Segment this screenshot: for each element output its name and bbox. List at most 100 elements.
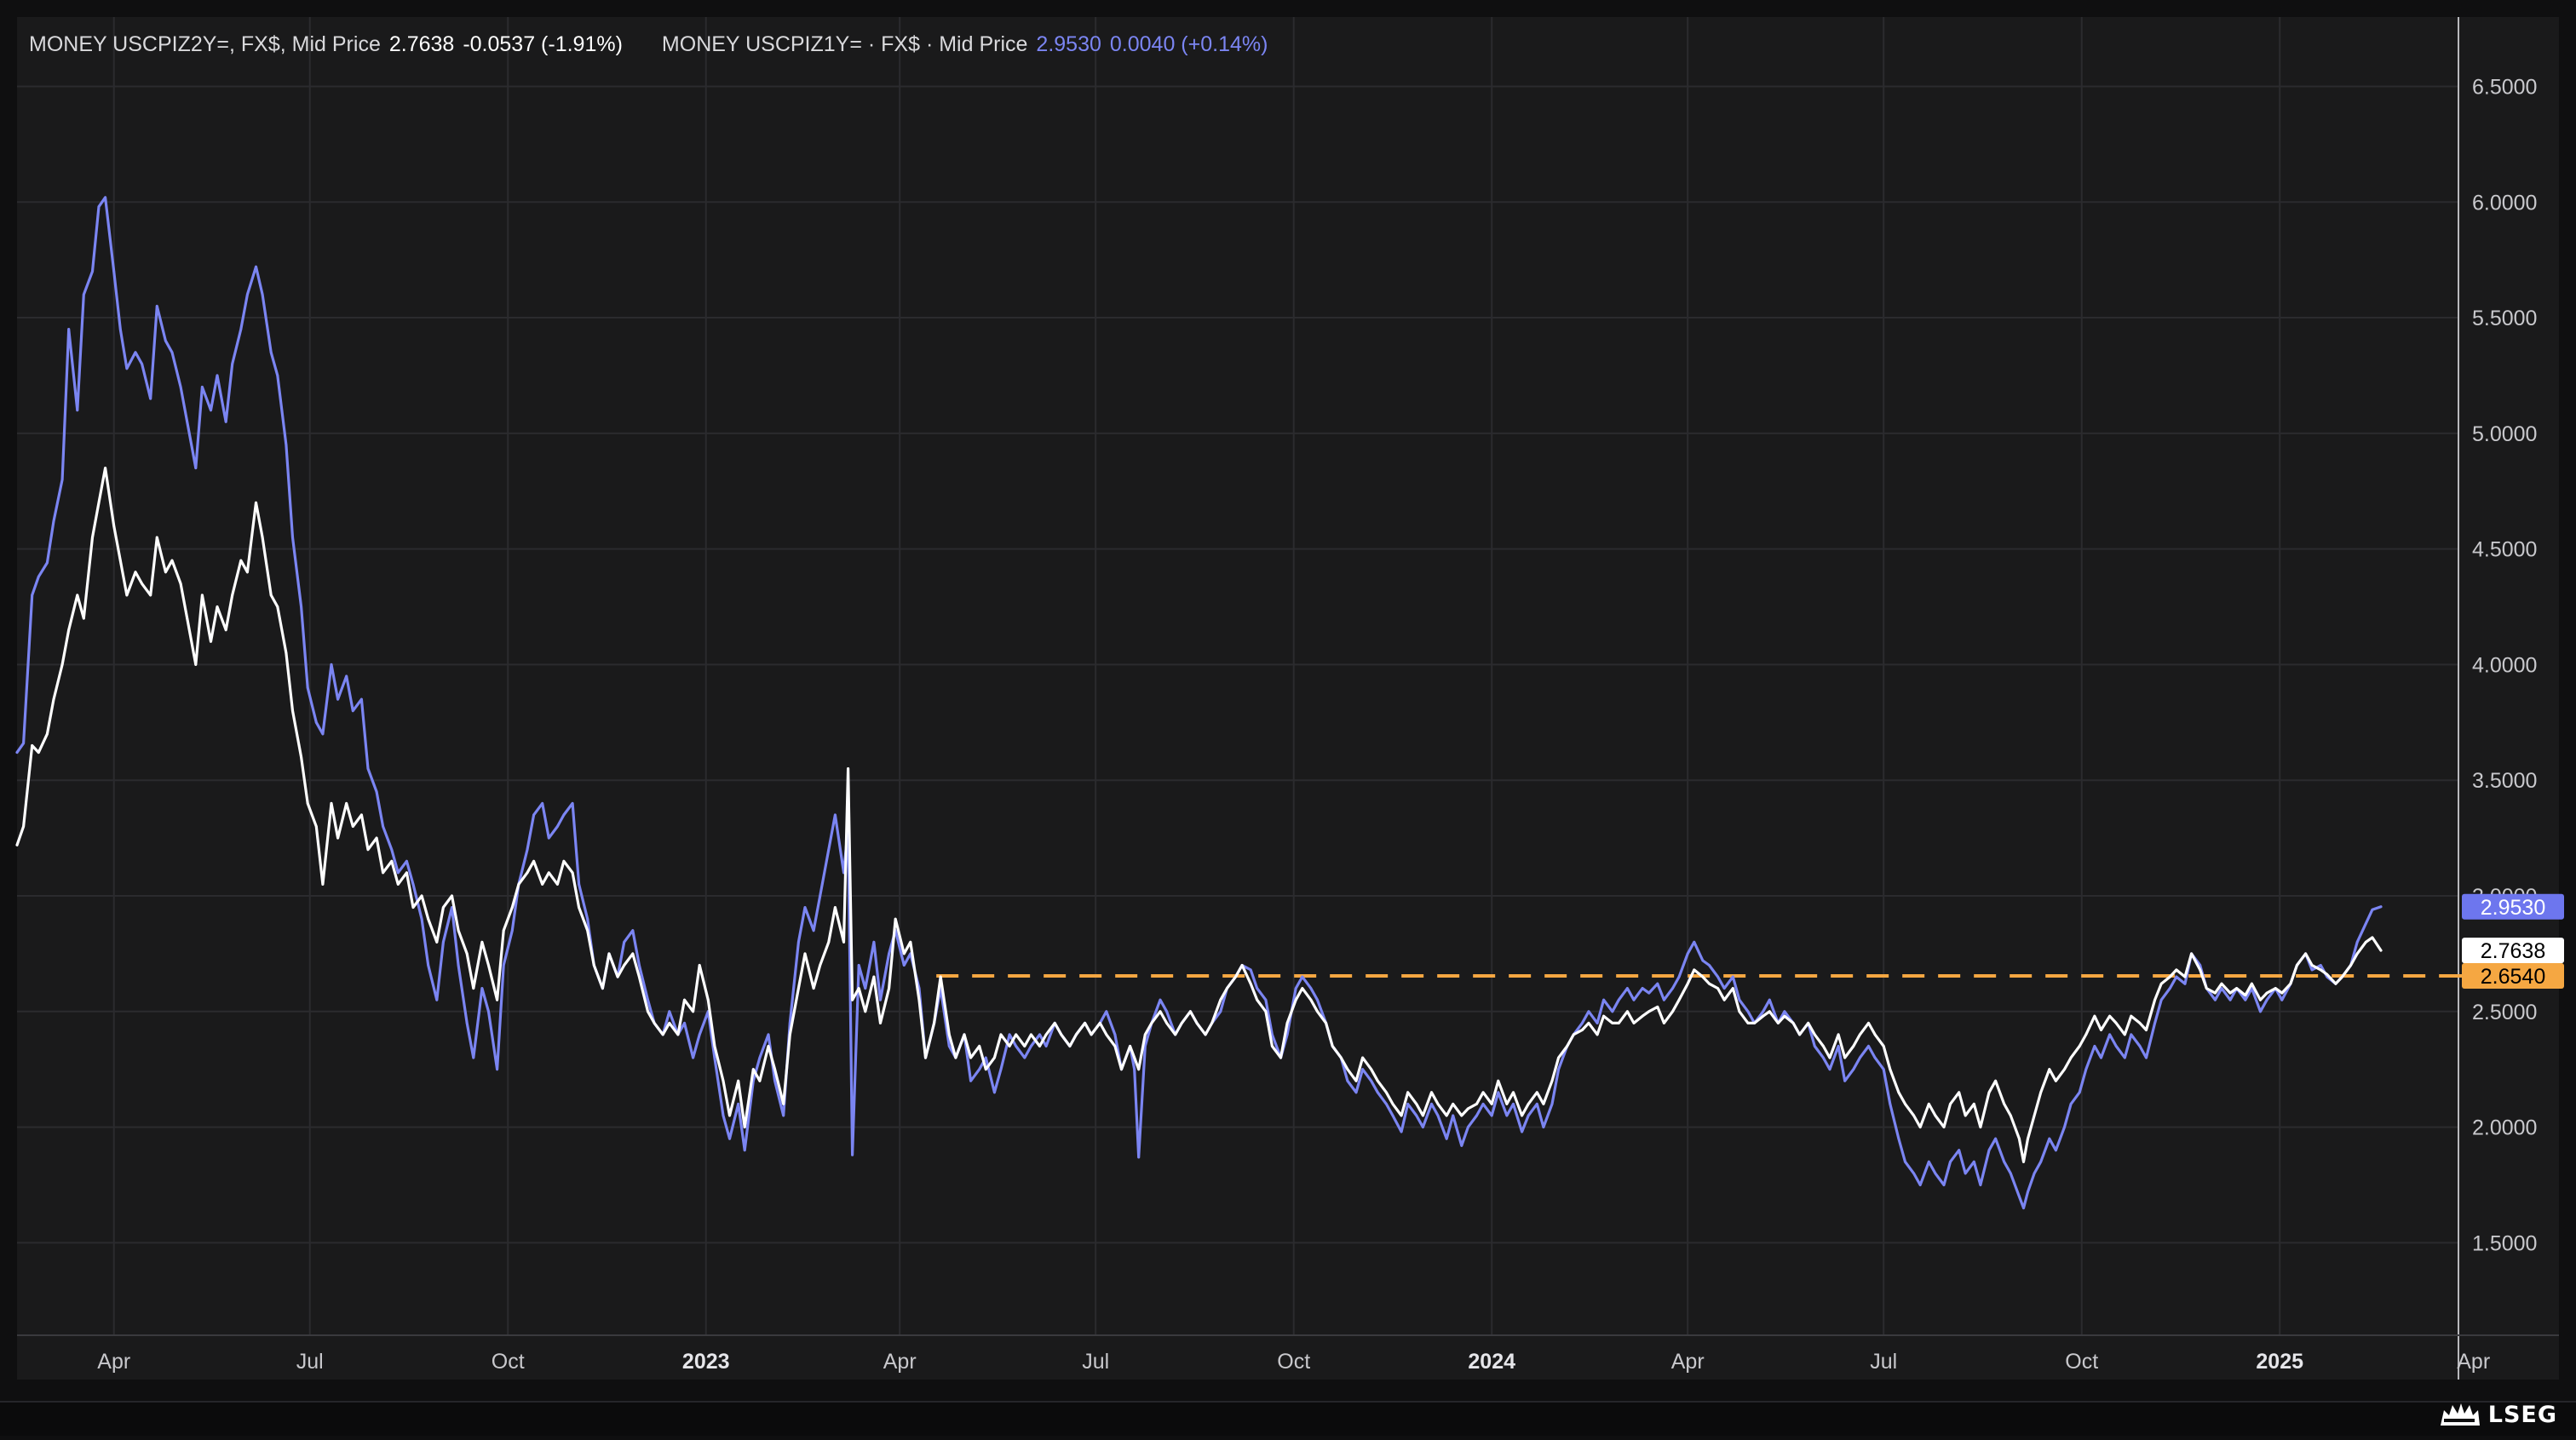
data-point <box>1038 1045 1041 1047</box>
data-point <box>2355 952 2359 955</box>
data-point <box>118 559 122 562</box>
data-point <box>1987 1149 1991 1152</box>
data-point <box>2003 1103 2006 1105</box>
data-point <box>532 813 535 817</box>
data-point <box>1512 1091 1515 1094</box>
data-point <box>1791 1021 1795 1024</box>
data-point <box>1656 1005 1659 1008</box>
data-point <box>149 397 152 400</box>
data-point <box>706 998 710 1001</box>
x-tick-label: Apr <box>1671 1350 1705 1374</box>
data-point <box>255 265 257 268</box>
data-point <box>104 196 107 199</box>
data-point <box>2153 998 2157 1001</box>
data-point <box>1798 1033 1802 1036</box>
data-point <box>1783 1014 1786 1018</box>
data-point <box>314 825 318 828</box>
data-point <box>668 1021 671 1024</box>
data-point <box>1430 1091 1433 1094</box>
data-point <box>1400 1114 1403 1117</box>
data-point <box>1882 1045 1885 1047</box>
data-point <box>1113 1033 1117 1036</box>
data-point <box>578 906 581 909</box>
data-point <box>1934 1114 1937 1117</box>
data-point <box>210 409 212 412</box>
data-point <box>1542 1126 1545 1128</box>
x-tick-label: Oct <box>1277 1350 1310 1374</box>
data-point <box>2022 1160 2025 1163</box>
data-point <box>1671 987 1674 990</box>
data-point <box>97 501 101 504</box>
data-point <box>45 732 49 736</box>
data-point <box>435 998 439 1001</box>
data-point <box>1617 998 1620 1001</box>
data-point <box>541 801 544 805</box>
data-point <box>134 351 137 354</box>
data-point <box>1934 1172 1937 1175</box>
data-point <box>2319 968 2322 972</box>
data-point <box>1481 1103 1485 1105</box>
data-point <box>2355 940 2359 944</box>
data-point <box>336 697 339 701</box>
data-point <box>2244 994 2247 997</box>
data-point <box>1918 1126 1922 1128</box>
data-point <box>1143 1033 1147 1036</box>
chart-root: 1.50002.00002.50003.00003.50004.00004.50… <box>0 0 2576 1436</box>
data-point <box>1391 1114 1394 1117</box>
data-point <box>1611 1010 1614 1013</box>
data-point <box>857 964 860 967</box>
data-point <box>586 917 589 921</box>
data-point <box>1566 1045 1569 1047</box>
data-point <box>2130 1033 2133 1036</box>
data-point <box>1406 1091 1410 1094</box>
data-point <box>1301 987 1304 990</box>
x-tick-label: Jul <box>1082 1350 1109 1374</box>
data-point <box>1445 1114 1448 1117</box>
data-point <box>179 582 182 585</box>
data-point <box>1029 1045 1032 1047</box>
data-point <box>1535 1091 1538 1094</box>
data-point <box>2371 936 2374 939</box>
data-point <box>1587 1010 1590 1013</box>
data-point <box>993 1091 996 1094</box>
data-point <box>314 720 318 724</box>
data-point <box>984 1068 987 1071</box>
data-point <box>1738 1010 1741 1013</box>
data-point <box>1671 1010 1674 1013</box>
data-point <box>2138 1045 2142 1047</box>
data-point <box>803 952 807 955</box>
data-point <box>261 293 264 296</box>
data-point <box>1133 1056 1136 1059</box>
data-point <box>1490 1103 1493 1105</box>
data-point <box>285 444 288 446</box>
data-point <box>1889 1103 1892 1105</box>
data-point <box>698 964 701 967</box>
data-point <box>2093 1014 2096 1018</box>
data-point <box>842 940 845 944</box>
data-point <box>767 1045 770 1047</box>
data-point <box>1897 1137 1900 1140</box>
data-point <box>118 328 122 331</box>
data-point <box>1301 975 1304 978</box>
data-point <box>1580 1021 1584 1024</box>
data-point <box>60 663 64 666</box>
data-point <box>1467 1126 1469 1128</box>
data-point <box>847 767 849 771</box>
y-tick-label: 1.5000 <box>2472 1231 2537 1255</box>
data-point <box>1686 952 1689 955</box>
data-point <box>269 594 273 597</box>
data-point <box>1105 1010 1108 1013</box>
data-point <box>578 883 581 886</box>
data-point <box>1008 1045 1011 1047</box>
data-point <box>1165 1010 1168 1013</box>
data-point <box>134 571 137 574</box>
data-point <box>91 536 94 539</box>
data-point <box>1746 1021 1750 1024</box>
data-point <box>1370 1079 1373 1082</box>
data-point <box>993 1056 996 1059</box>
data-point <box>186 420 189 423</box>
data-point <box>1686 982 1689 985</box>
data-point <box>1647 991 1651 995</box>
data-point <box>97 205 101 209</box>
data-point <box>1873 1056 1877 1059</box>
